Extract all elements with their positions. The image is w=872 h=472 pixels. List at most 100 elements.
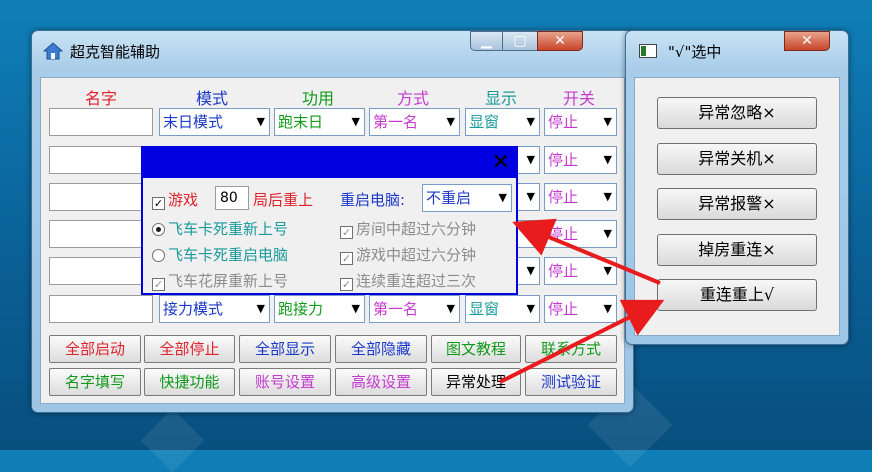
mode-dropdown[interactable]: 末日模式 ▼ (159, 108, 270, 136)
close-icon[interactable]: ✕ (492, 150, 510, 175)
disabled-checkbox: ✓ (340, 226, 353, 239)
switch-dropdown[interactable]: 停止 ▼ (544, 257, 617, 285)
check-game-label: 游戏中超过六分钟 (356, 246, 477, 264)
restart-pc-value: 不重启 (426, 189, 472, 207)
shutdown-on-exception-button[interactable]: 异常关机× (657, 143, 817, 175)
switch-value: 停止 (548, 262, 579, 280)
exception-handling-button[interactable]: 异常处理 (431, 368, 521, 396)
switch-dropdown[interactable]: 停止 ▼ (544, 108, 617, 136)
switch-dropdown[interactable]: 停止 ▼ (544, 220, 617, 248)
switch-value: 停止 (548, 225, 579, 243)
name-input[interactable] (49, 295, 153, 323)
chevron-down-icon: ▼ (256, 115, 265, 128)
switch-dropdown[interactable]: 停止 ▼ (544, 295, 617, 323)
window-icon (639, 44, 657, 58)
function-value: 跑末日 (278, 113, 324, 131)
hide-all-button[interactable]: 全部隐藏 (335, 335, 427, 363)
option-relogin[interactable]: 飞车卡死重新上号 (152, 218, 288, 239)
option-restart-pc[interactable]: 飞车卡死重启电脑 (152, 244, 288, 265)
name-input[interactable] (49, 220, 153, 248)
main-window-title: 超克智能辅助 (70, 43, 161, 61)
chevron-down-icon: ▼ (526, 264, 535, 277)
chevron-down-icon: ▼ (603, 153, 612, 166)
after-rounds-label: 局后重上 (253, 191, 314, 209)
switch-value: 停止 (548, 113, 579, 131)
switch-dropdown[interactable]: 停止 ▼ (544, 146, 617, 174)
close-icon: ✕ (554, 33, 566, 49)
option-relogin-label: 飞车卡死重新上号 (168, 220, 289, 238)
check-reconnect-label: 连续重连超过三次 (356, 272, 477, 290)
chevron-down-icon: ▼ (256, 302, 265, 315)
name-input[interactable] (49, 183, 153, 211)
chevron-down-icon: ▼ (526, 302, 535, 315)
contact-button[interactable]: 联系方式 (525, 335, 617, 363)
chevron-down-icon: ▼ (498, 191, 507, 204)
ignore-exception-button[interactable]: 异常忽略× (657, 97, 817, 129)
select-title-bar[interactable]: "√"选中 ✕ (626, 31, 848, 69)
switch-value: 停止 (548, 188, 579, 206)
mode-dropdown[interactable]: 接力模式 ▼ (159, 295, 270, 323)
show-all-button[interactable]: 全部显示 (239, 335, 331, 363)
chevron-down-icon: ▼ (603, 190, 612, 203)
start-all-button[interactable]: 全部启动 (49, 335, 141, 363)
display-dropdown[interactable]: 显窗 ▼ (465, 295, 540, 323)
function-value: 跑接力 (278, 300, 324, 318)
name-input[interactable] (49, 146, 153, 174)
chevron-down-icon: ▼ (351, 302, 360, 315)
restart-pc-dropdown[interactable]: 不重启 ▼ (422, 184, 512, 212)
stop-all-button[interactable]: 全部停止 (144, 335, 235, 363)
fill-names-button[interactable]: 名字填写 (49, 368, 141, 396)
alarm-on-exception-button[interactable]: 异常报警× (657, 188, 817, 220)
reconnect-on-drop-button[interactable]: 掉房重连× (657, 234, 817, 266)
name-input[interactable] (49, 257, 153, 285)
header-switch: 开关 (562, 89, 595, 108)
header-mode: 模式 (195, 89, 228, 108)
switch-dropdown[interactable]: 停止 ▼ (544, 183, 617, 211)
name-input[interactable] (49, 108, 153, 136)
option-restart-pc-label: 飞车卡死重启电脑 (168, 246, 289, 264)
shortcut-button[interactable]: 快捷功能 (144, 368, 235, 396)
disabled-checkbox: ✓ (152, 278, 165, 291)
close-button[interactable]: ✕ (537, 31, 583, 51)
check-game-timeout[interactable]: ✓ 游戏中超过六分钟 (340, 244, 476, 265)
maximize-icon: ▢ (513, 33, 527, 49)
display-value: 显窗 (469, 113, 500, 131)
mode-value: 末日模式 (163, 113, 224, 131)
display-value: 显窗 (469, 300, 500, 318)
main-title-bar[interactable]: 超克智能辅助 ▁ ▢ ✕ (32, 31, 633, 69)
option-glitch-label: 飞车花屏重新上号 (168, 272, 289, 290)
minimize-button[interactable]: ▁ (470, 31, 503, 51)
chevron-down-icon: ▼ (351, 115, 360, 128)
method-dropdown[interactable]: 第一名 ▼ (369, 295, 460, 323)
radio-icon (152, 223, 165, 236)
display-dropdown[interactable]: 显窗 ▼ (465, 108, 540, 136)
select-window-title: "√"选中 (668, 43, 722, 61)
method-dropdown[interactable]: 第一名 ▼ (369, 108, 460, 136)
game-count-input[interactable]: 80 (215, 186, 249, 210)
tutorial-button[interactable]: 图文教程 (431, 335, 521, 363)
method-value: 第一名 (373, 113, 419, 131)
option-glitch-relogin[interactable]: ✓ 飞车花屏重新上号 (152, 270, 288, 291)
close-icon: ✕ (801, 33, 813, 49)
home-icon (43, 42, 63, 60)
function-dropdown[interactable]: 跑接力 ▼ (274, 295, 365, 323)
game-label: 游戏 (168, 191, 199, 209)
check-reconnect-limit[interactable]: ✓ 连续重连超过三次 (340, 270, 476, 291)
chevron-down-icon: ▼ (603, 264, 612, 277)
reconnect-relogin-button[interactable]: 重连重上√ (657, 279, 817, 311)
minimize-icon: ▁ (481, 33, 492, 49)
disabled-checkbox: ✓ (340, 278, 353, 291)
chevron-down-icon: ▼ (526, 227, 535, 240)
chevron-down-icon: ▼ (603, 227, 612, 240)
advanced-settings-button[interactable]: 高级设置 (335, 368, 427, 396)
chevron-down-icon: ▼ (526, 190, 535, 203)
function-dropdown[interactable]: 跑末日 ▼ (274, 108, 365, 136)
test-verify-button[interactable]: 测试验证 (525, 368, 617, 396)
header-name: 名字 (84, 89, 117, 108)
account-settings-button[interactable]: 账号设置 (239, 368, 331, 396)
maximize-button[interactable]: ▢ (502, 31, 538, 51)
game-restart-checkbox[interactable]: ✓ (152, 197, 165, 210)
close-button[interactable]: ✕ (784, 31, 830, 51)
check-room-timeout[interactable]: ✓ 房间中超过六分钟 (340, 218, 476, 239)
switch-value: 停止 (548, 151, 579, 169)
